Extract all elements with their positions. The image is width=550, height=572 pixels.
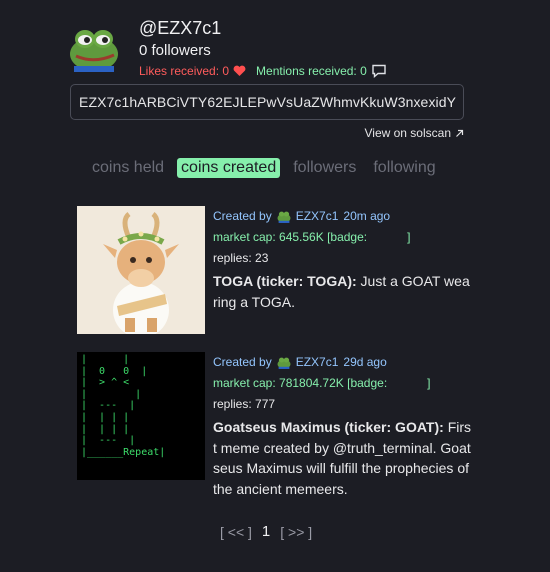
market-cap-row: market cap: 645.56K [badge: ] (213, 227, 473, 248)
tab-following[interactable]: following (369, 158, 439, 178)
tab-followers[interactable]: followers (289, 158, 360, 178)
solscan-link[interactable]: View on solscan (365, 126, 465, 140)
coin-image[interactable]: | | | 0 0 | | > ^ < | | | --- | | | | | … (77, 352, 205, 480)
coin-age: 20m ago (343, 209, 391, 223)
external-link-icon (456, 129, 464, 137)
created-by-label: Created by (213, 355, 272, 369)
wallet-address-field[interactable]: EZX7c1hARBCiVTY62EJLEPwVsUaZWhmvKkuW3nxe… (70, 84, 464, 120)
mentions-received: Mentions received: 0 (256, 64, 387, 78)
badge: [badge: ] (327, 230, 411, 244)
coin-image[interactable] (77, 206, 205, 334)
follower-count: 0 followers (139, 42, 211, 59)
pagination: [ << ] 1 [ >> ] (220, 523, 312, 540)
coin-creator-row: Created by EZX7c1 20m ago (213, 206, 473, 227)
created-by-label: Created by (213, 209, 272, 223)
chat-bubble-icon (372, 64, 386, 78)
profile-tabs: coins held coins created followers follo… (88, 158, 440, 178)
prev-page-button[interactable]: [ << ] (220, 524, 252, 540)
reply-count: replies: 777 (213, 397, 276, 411)
profile-stats: Likes received: 0 Mentions received: 0 (139, 64, 387, 78)
coin-age: 29d ago (343, 355, 387, 369)
solscan-label: View on solscan (364, 126, 452, 140)
market-cap: market cap: 781804.72K (213, 376, 344, 390)
next-page-button[interactable]: [ >> ] (280, 524, 312, 540)
coin-description: TOGA (ticker: TOGA): Just a GOAT wearing… (213, 271, 473, 312)
tab-coins-held[interactable]: coins held (88, 158, 168, 178)
coin-creator-row: Created by EZX7c1 29d ago (213, 352, 473, 373)
creator-name[interactable]: EZX7c1 (296, 206, 339, 227)
market-cap: market cap: 645.56K (213, 230, 324, 244)
likes-received: Likes received: 0 (139, 64, 246, 78)
coin-description: Goatseus Maximus (ticker: GOAT): First m… (213, 417, 473, 499)
coin-info: Created by EZX7c1 29d ago market cap: 78… (213, 352, 473, 499)
likes-label: Likes received: 0 (139, 64, 230, 78)
coin-name: Goatseus Maximus (ticker: GOAT): (213, 419, 444, 435)
creator-avatar[interactable] (277, 210, 291, 223)
creator-avatar[interactable] (277, 356, 291, 369)
heart-icon (233, 65, 246, 76)
creator-name[interactable]: EZX7c1 (296, 352, 339, 373)
profile-avatar (70, 30, 118, 72)
badge: [badge: ] (347, 376, 431, 390)
mentions-label: Mentions received: 0 (256, 64, 367, 78)
market-cap-row: market cap: 781804.72K [badge: ] (213, 373, 473, 394)
current-page: 1 (261, 523, 271, 540)
reply-count: replies: 23 (213, 251, 269, 265)
tab-coins-created[interactable]: coins created (177, 158, 281, 178)
coin-info: Created by EZX7c1 20m ago market cap: 64… (213, 206, 473, 312)
profile-username: @EZX7c1 (139, 18, 222, 38)
coin-name: TOGA (ticker: TOGA): (213, 273, 357, 289)
